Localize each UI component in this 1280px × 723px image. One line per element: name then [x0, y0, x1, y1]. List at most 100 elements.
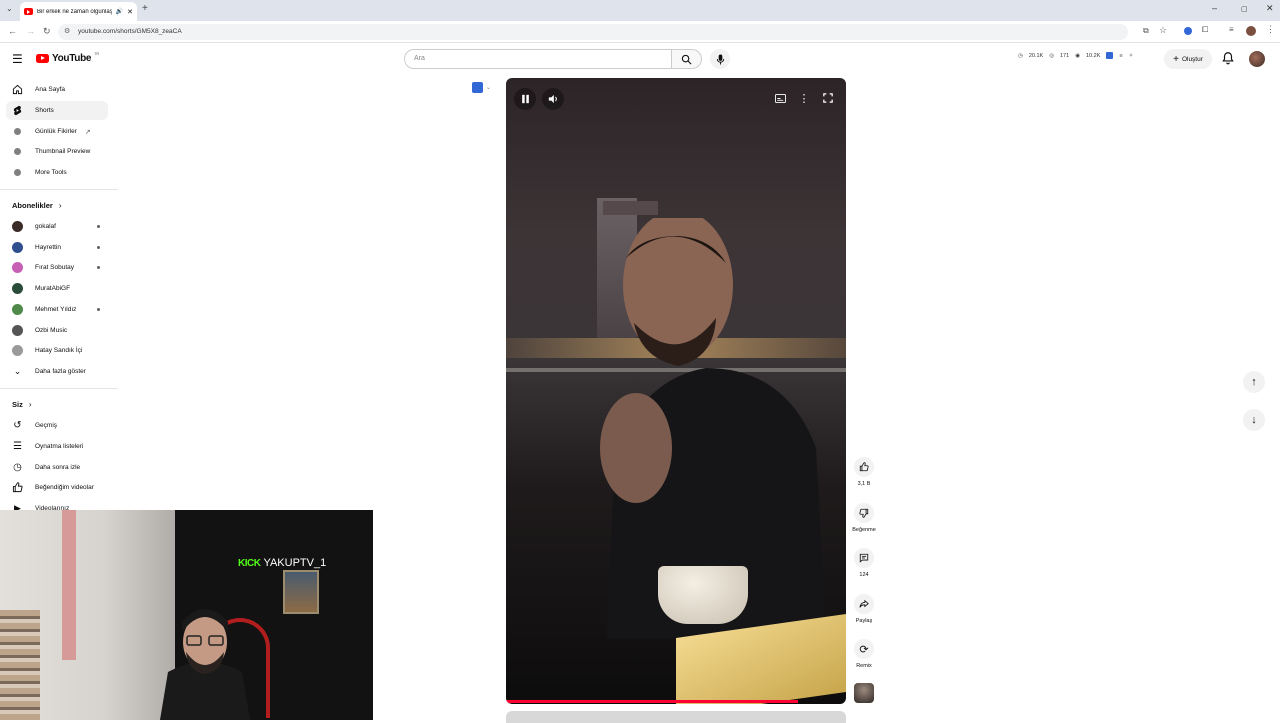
youtube-favicon-icon	[24, 8, 33, 15]
sidebar-item-playlists[interactable]: ☰ Oynatma listeleri	[6, 437, 108, 456]
vidiq-player-icon	[472, 82, 483, 93]
extensions-puzzle-icon[interactable]: ⧠	[1202, 25, 1208, 35]
forward-arrow-icon[interactable]: →	[26, 26, 35, 36]
youtube-play-icon	[36, 54, 49, 63]
voice-search-button[interactable]	[710, 49, 730, 69]
sidebar-item-shorts[interactable]: Shorts	[6, 101, 108, 120]
search-input[interactable]: Ara	[404, 49, 672, 69]
volume-button[interactable]	[542, 88, 564, 110]
reload-icon[interactable]: ↻	[43, 26, 51, 37]
fullscreen-icon	[823, 93, 833, 103]
you-heading[interactable]: Siz ›	[12, 400, 32, 409]
sidebar-item-watch-later[interactable]: ◷ Daha sonra izle	[6, 458, 108, 477]
subscription-item[interactable]: gokalaf	[6, 217, 108, 236]
wand-icon[interactable]: ✧	[1129, 53, 1134, 59]
webcam-bookshelf	[0, 610, 40, 720]
notifications-bell-icon[interactable]	[1221, 51, 1235, 65]
subscription-item[interactable]: Mehmet Yıldız	[6, 300, 108, 319]
subscriptions-heading[interactable]: Abonelikler ›	[12, 201, 62, 210]
sidebar-item-liked-videos[interactable]: Beğendiğim videolar	[6, 478, 108, 497]
bookmark-star-icon[interactable]: ☆	[1159, 25, 1167, 36]
vidiq-icon[interactable]	[1106, 52, 1114, 59]
media-controls-icon[interactable]: ≡	[1229, 25, 1234, 34]
playlist-icon: ☰	[13, 441, 22, 452]
volume-icon	[548, 94, 557, 104]
player-extension-button[interactable]: ⌄	[472, 82, 491, 93]
new-content-dot	[97, 307, 100, 311]
speaker-icon[interactable]: 🔊	[116, 8, 123, 15]
tab-close-icon[interactable]: ✕	[127, 8, 133, 16]
subscription-label: MuratAbiGF	[35, 285, 71, 293]
window-close-button[interactable]: ✕	[1266, 3, 1274, 14]
cast-icon[interactable]: ⧉	[1143, 26, 1149, 36]
pause-icon	[521, 94, 529, 104]
channel-thumbnail[interactable]	[854, 683, 874, 703]
menu-lines-icon[interactable]: ≡	[1119, 53, 1122, 59]
captions-icon	[774, 93, 786, 103]
like-button[interactable]: 3,1 B	[850, 457, 878, 487]
create-button[interactable]: + Oluştur	[1164, 49, 1212, 69]
remix-icon: ⟳	[859, 643, 869, 656]
user-avatar[interactable]	[1249, 51, 1265, 67]
extension-icon	[14, 169, 21, 176]
address-bar[interactable]: ⚙ youtube.com/shorts/GM5X8_zeaCA	[58, 24, 1128, 40]
share-label: Paylaş	[855, 618, 873, 624]
sidebar-item-gunluk-fikirler[interactable]: Günlük Fikirler ↗	[6, 122, 108, 141]
sidebar-item-label: Beğendiğim videolar	[35, 484, 94, 491]
site-info-icon[interactable]: ⚙	[64, 24, 70, 40]
hamburger-menu-icon[interactable]: ☰	[12, 52, 23, 66]
tab-list-chevron-icon[interactable]: ⌄	[6, 4, 13, 13]
extension-icon	[14, 148, 21, 155]
video-coffee-cup	[658, 566, 748, 624]
subscription-item[interactable]: Ozbi Music	[6, 321, 108, 340]
previous-short-button[interactable]: ↑	[1243, 371, 1265, 393]
video-progress-bar[interactable]	[506, 700, 799, 703]
subscription-item[interactable]: Hayrettin	[6, 238, 108, 257]
shorts-video-player[interactable]: ⋮	[506, 78, 846, 704]
youtube-logo[interactable]: YouTube TR	[36, 51, 99, 64]
minimize-button[interactable]: –	[1212, 3, 1217, 13]
extension-blue-icon[interactable]	[1184, 27, 1192, 35]
search-button[interactable]	[672, 49, 702, 69]
sidebar-item-thumbnail-preview[interactable]: Thumbnail Preview	[6, 142, 108, 161]
url-text: youtube.com/shorts/GM5X8_zeaCA	[78, 28, 182, 35]
maximize-button[interactable]: ▢	[1241, 5, 1248, 13]
captions-button[interactable]	[772, 90, 788, 106]
browser-menu-icon[interactable]: ⋮	[1266, 24, 1275, 35]
next-video-preview[interactable]	[506, 711, 846, 723]
new-tab-button[interactable]: +	[142, 3, 148, 14]
sidebar-item-label: Geçmiş	[35, 422, 58, 429]
channel-stats: ◷ 20.1K ◎ 171 ◉ 10.2K ≡ ✧	[1018, 52, 1133, 59]
comments-button[interactable]: 124	[850, 548, 878, 578]
fullscreen-button[interactable]	[820, 90, 836, 106]
pause-button[interactable]	[514, 88, 536, 110]
arrow-down-icon: ↓	[1251, 414, 1257, 426]
sidebar-item-history[interactable]: ↺ Geçmiş	[6, 416, 108, 435]
search-icon	[681, 54, 692, 64]
back-arrow-icon[interactable]: ←	[8, 26, 17, 36]
subscription-item[interactable]: Hatay Sandık İçi	[6, 341, 108, 360]
sidebar-divider	[0, 388, 118, 389]
browser-tab[interactable]: Bir erkek ne zaman olgunlaşır 🔊 ✕	[20, 2, 137, 21]
next-short-button[interactable]: ↓	[1243, 409, 1265, 431]
profile-avatar-icon[interactable]	[1246, 26, 1256, 36]
sidebar-item-label: Ana Sayfa	[35, 86, 65, 93]
video-building-top	[603, 201, 658, 215]
kick-logo: KICK	[238, 558, 261, 569]
dislike-button[interactable]: Beğenme	[850, 503, 878, 533]
chevron-down-icon: ⌄	[13, 366, 22, 376]
channel-avatar	[12, 262, 23, 274]
sidebar-item-label: More Tools	[35, 169, 67, 176]
subscription-item[interactable]: MuratAbiGF	[6, 279, 108, 298]
sidebar-item-more-tools[interactable]: More Tools	[6, 163, 108, 182]
thumbs-up-icon	[12, 482, 23, 493]
sidebar-item-home[interactable]: Ana Sayfa	[6, 80, 108, 99]
subscription-item[interactable]: Fırat Sobutay	[6, 258, 108, 277]
remix-button[interactable]: ⟳ Remix	[850, 639, 878, 669]
webcam-streamer	[160, 609, 250, 720]
share-button[interactable]: Paylaş	[850, 594, 878, 624]
comment-count: 124	[859, 572, 869, 578]
you-title: Siz	[12, 400, 23, 409]
more-options-icon[interactable]: ⋮	[796, 90, 812, 106]
show-more-button[interactable]: ⌄ Daha fazla göster	[6, 362, 108, 381]
